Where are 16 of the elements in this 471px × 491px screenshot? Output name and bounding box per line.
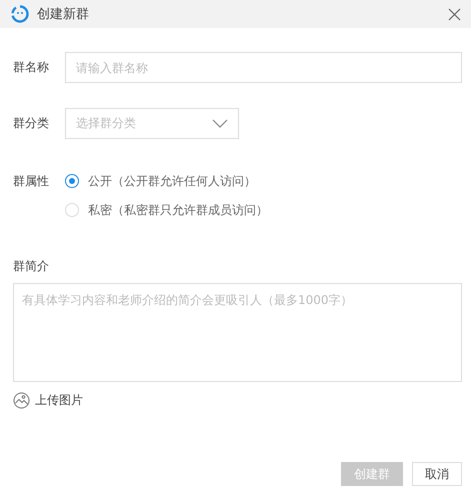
option-label: 私密（私密群只允许群成员访问）: [88, 202, 268, 218]
image-icon: [13, 392, 30, 409]
close-icon[interactable]: [448, 8, 461, 20]
field-label: 群分类: [13, 115, 50, 132]
input-field[interactable]: 请输入群名称: [65, 52, 462, 83]
upload-image-link[interactable]: 上传图片: [13, 392, 83, 409]
radio-button[interactable]: [65, 174, 79, 188]
field-label: 群属性: [13, 173, 50, 190]
option-label: 公开（公开群允许任何人访问）: [88, 172, 256, 190]
cancel-button[interactable]: 取消: [412, 462, 462, 486]
window-title: 创建新群: [37, 6, 90, 23]
field-label: 群简介: [13, 258, 50, 275]
text-area[interactable]: 有具体学习内容和老师介绍的简介会更吸引人（最多1000字）: [13, 283, 462, 382]
chevron-down-icon: [212, 119, 228, 128]
field-label: 群名称: [13, 59, 50, 76]
app-logo-icon: [11, 5, 29, 23]
